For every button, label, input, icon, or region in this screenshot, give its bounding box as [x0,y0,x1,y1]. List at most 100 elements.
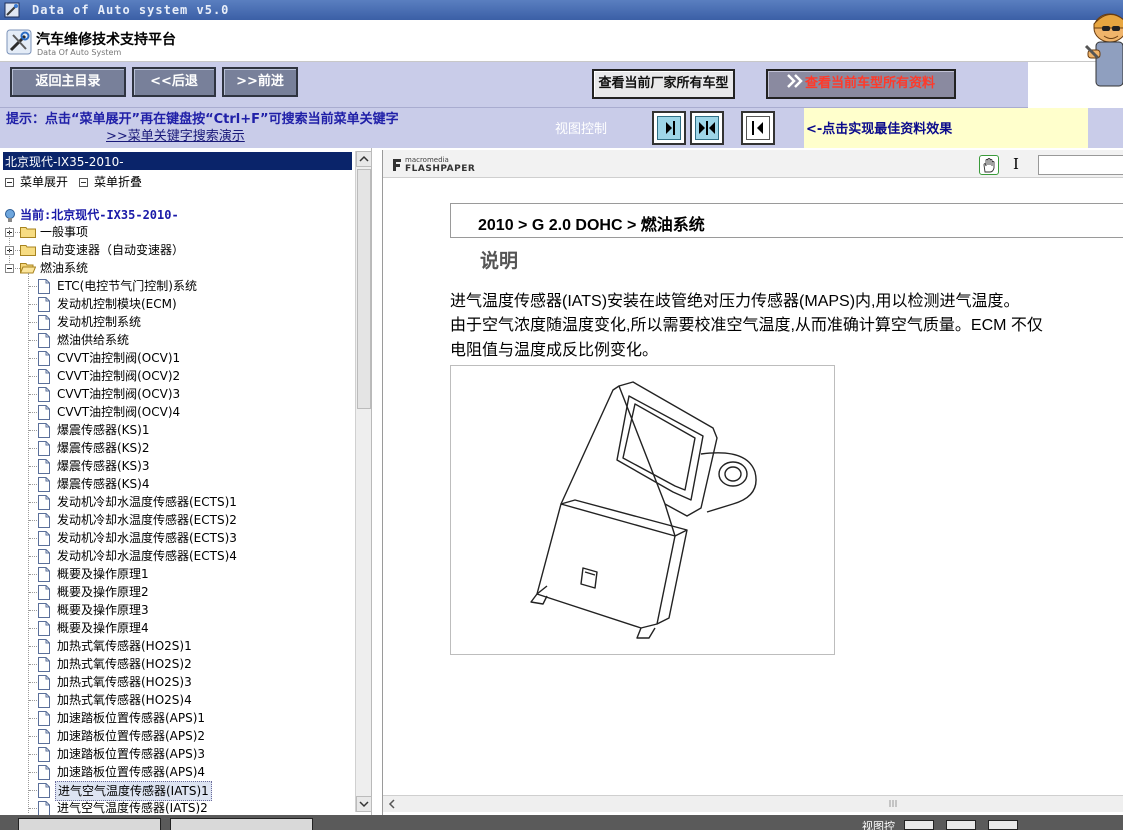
bottom-tab[interactable] [170,818,313,830]
bottom-view-button[interactable] [904,820,934,830]
tree-leaf-item[interactable]: CVVT油控制阀(OCV)4 [0,403,350,421]
scroll-grip-icon[interactable] [888,799,898,808]
tree-leaf-item[interactable]: 发动机冷却水温度传感器(ECTS)3 [0,529,350,547]
tree-leaf-item[interactable]: 爆震传感器(KS)1 [0,421,350,439]
view-expand-right-button[interactable] [652,111,686,145]
paragraph-line: 进气温度传感器(IATS)安装在歧管绝对压力传感器(MAPS)内,用以检测进气温… [450,293,1020,310]
tree-leaf-item[interactable]: CVVT油控制阀(OCV)1 [0,349,350,367]
tree-header[interactable]: 北京现代-IX35-2010- [3,152,352,170]
tree-leaf-item[interactable]: 概要及操作原理4 [0,619,350,637]
tree-connector [29,592,37,593]
forward-button[interactable]: >>前进 [222,67,298,97]
back-button[interactable]: <<后退 [132,67,216,97]
tree-leaf-item[interactable]: 发动机冷却水温度传感器(ECTS)4 [0,547,350,565]
document-breadcrumb: 2010 > G 2.0 DOHC > 燃油系统 [450,203,1123,238]
tree-leaf-item[interactable]: 爆震传感器(KS)3 [0,457,350,475]
menu-tree-panel: 北京现代-IX35-2010- 菜单展开 菜单折叠 当前:北京现代-IX35-2… [0,148,372,816]
text-select-icon[interactable]: I [1009,155,1023,175]
tree-connector [29,538,37,539]
expand-all-label: 菜单展开 [20,175,69,189]
tree-leaf-item[interactable]: 燃油供给系统 [0,331,350,349]
current-vehicle-node[interactable]: 当前:北京现代-IX35-2010- [4,206,179,223]
tree-leaf-item[interactable]: 概要及操作原理3 [0,601,350,619]
tree-connector [29,340,37,341]
document-icon [38,441,50,456]
flashpaper-toolbar: macromedia FLASHPAPER I [383,150,1123,178]
scroll-up-button[interactable] [356,151,372,167]
tree-leaf-item[interactable]: CVVT油控制阀(OCV)3 [0,385,350,403]
view-split-button[interactable] [690,111,724,145]
chevron-left-icon[interactable] [385,797,399,811]
tree-leaf-item[interactable]: 概要及操作原理1 [0,565,350,583]
tree-leaf-item[interactable]: 加热式氧传感器(HO2S)3 [0,673,350,691]
tree-connector [29,448,37,449]
document-icon [38,621,50,636]
tree-leaf-label: 概要及操作原理4 [57,621,149,635]
tree-leaf-item[interactable]: 加热式氧传感器(HO2S)4 [0,691,350,709]
expand-all-menu-button[interactable]: 菜单展开 [5,173,68,190]
tree-leaf-label: 爆震传感器(KS)4 [57,477,150,491]
document-icon [38,351,50,366]
document-icon [38,369,50,384]
document-icon [38,315,50,330]
document-horizontal-scrollbar[interactable] [383,795,1123,812]
tree-leaf-item[interactable]: 爆震传感器(KS)2 [0,439,350,457]
flashpaper-page-field[interactable] [1038,155,1123,175]
home-button[interactable]: 返回主目录 [10,67,126,97]
window-title: Data of Auto system v5.0 [32,3,230,17]
tree-leaf-item[interactable]: 发动机冷却水温度传感器(ECTS)2 [0,511,350,529]
tree-leaf-label: CVVT油控制阀(OCV)3 [57,387,181,401]
tree-vertical-scrollbar[interactable] [355,151,372,812]
tree-connector [29,322,37,323]
section-title: 说明 [480,250,519,272]
tree-leaf-item[interactable]: CVVT油控制阀(OCV)2 [0,367,350,385]
menu-operations: 菜单展开 菜单折叠 [3,172,352,190]
tree-connector [29,610,37,611]
tree-leaf-label: 发动机控制系统 [57,315,142,329]
tree-leaf-item[interactable]: 加热式氧传感器(HO2S)1 [0,637,350,655]
tree-folder[interactable]: 燃油系统 [0,259,350,277]
tree-folder[interactable]: 一般事项 [0,223,350,241]
tree-connector [29,664,37,665]
scroll-down-button[interactable] [356,796,372,812]
collapse-node-icon[interactable] [5,264,14,273]
maker-models-button[interactable]: 查看当前厂家所有车型 [592,69,735,99]
tree-leaf-label: 发动机冷却水温度传感器(ECTS)3 [57,531,237,545]
tree-connector [29,772,37,773]
document-icon [38,657,50,672]
view-collapse-left-button[interactable] [741,111,775,145]
bottom-tab[interactable] [18,818,161,830]
bottom-view-button[interactable] [988,820,1018,830]
tree-scroll-thumb[interactable] [357,169,371,409]
all-model-data-button[interactable]: 查看当前车型所有资料 [766,69,956,99]
tree-leaf-item[interactable]: 爆震传感器(KS)4 [0,475,350,493]
bar-arrow-left-icon [746,116,770,140]
hand-tool-button[interactable] [979,155,999,175]
tree-connector [29,574,37,575]
tree-connector [29,502,37,503]
tree-leaf-item[interactable]: 进气空气温度传感器(IATS)1 [0,781,350,801]
tree-leaf-item[interactable]: 发动机冷却水温度传感器(ECTS)1 [0,493,350,511]
document-icon [38,567,50,582]
tree-leaf-item[interactable]: 概要及操作原理2 [0,583,350,601]
tree-leaf-label: 加速踏板位置传感器(APS)1 [57,711,206,725]
split-arrows-icon [695,116,719,140]
tree-connector [29,304,37,305]
tree-leaf-item[interactable]: 加速踏板位置传感器(APS)2 [0,727,350,745]
tree-leaf-item[interactable]: 加速踏板位置传感器(APS)1 [0,709,350,727]
tree-folder[interactable]: 自动变速器（自动变速器） [0,241,350,259]
bottom-view-button[interactable] [946,820,976,830]
tree-leaf-item[interactable]: 加热式氧传感器(HO2S)2 [0,655,350,673]
tree-leaf-label: 加热式氧传感器(HO2S)2 [57,657,192,671]
tree-leaf-item[interactable]: 发动机控制系统 [0,313,350,331]
tree-connector [29,808,37,809]
hint-bar: 提示：点击“菜单展开”再在键盘按“Ctrl+F”可搜索当前菜单关键字 >>菜单关… [0,108,1123,148]
tree-leaf-item[interactable]: 加速踏板位置传感器(APS)3 [0,745,350,763]
tree-leaf-item[interactable]: 加速踏板位置传感器(APS)4 [0,763,350,781]
bottom-status-bar: 视图控 [0,815,1123,830]
tree-leaf-item[interactable]: 发动机控制模块(ECM) [0,295,350,313]
document-icon [38,405,50,420]
tree-leaf-item[interactable]: ETC(电控节气门控制)系统 [0,277,350,295]
collapse-all-menu-button[interactable]: 菜单折叠 [79,173,142,190]
keyword-search-demo-link[interactable]: >>菜单关键字搜索演示 [106,125,245,144]
